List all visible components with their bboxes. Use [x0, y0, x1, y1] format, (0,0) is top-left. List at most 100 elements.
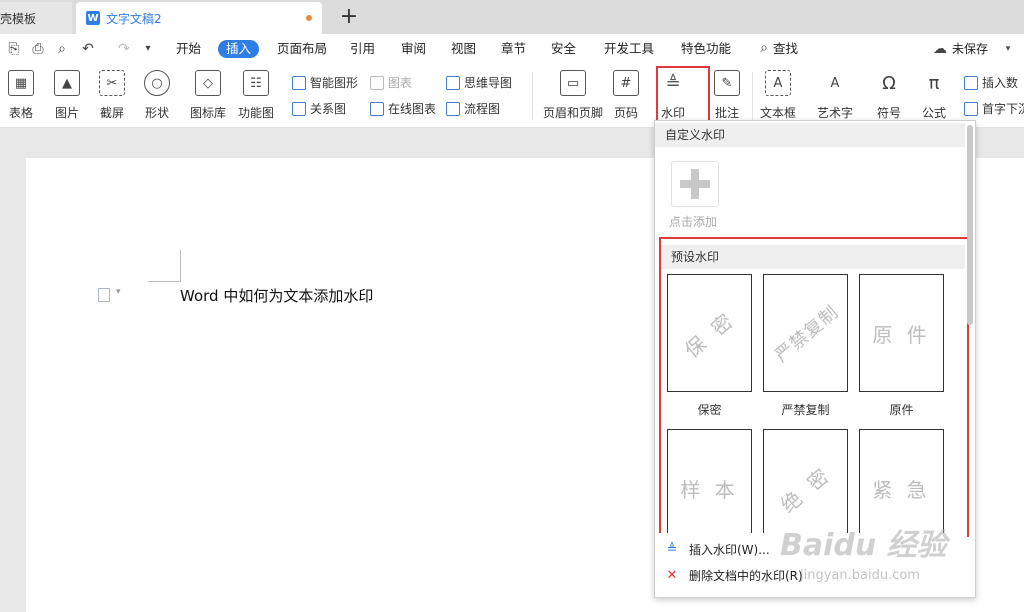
symbol-label: 符号 [876, 106, 901, 120]
chart-icon [370, 75, 384, 90]
delete-watermark-item[interactable]: ✕ 删除文档中的水印(R) [665, 567, 803, 584]
search-button[interactable]: 查找 [773, 40, 798, 58]
print-icon[interactable]: ⎙ [30, 41, 46, 57]
header-footer-button[interactable]: ▭ 页眉和页脚 [543, 70, 603, 121]
dropdown-scrollbar[interactable] [967, 125, 973, 325]
paragraph-dropdown-icon[interactable]: ▾ [116, 287, 121, 297]
relation-chart-button[interactable]: 关系图 [292, 100, 346, 117]
menu-references[interactable]: 引用 [350, 40, 375, 58]
formula-label: 公式 [921, 106, 946, 120]
watermark-preset-confidential[interactable]: 保 密 [667, 274, 752, 392]
menu-start[interactable]: 开始 [176, 40, 201, 58]
tab-document[interactable]: W 文字文稿2 [76, 2, 322, 34]
picture-label: 图片 [54, 106, 79, 120]
new-tab-button[interactable]: + [338, 4, 360, 30]
smart-graphic-button[interactable]: 智能图形 [292, 74, 358, 91]
watermark-preset-no-copy[interactable]: 严禁复制 [763, 274, 848, 392]
chart-label: 图表 [388, 76, 413, 90]
margin-corner-mark [148, 281, 180, 282]
quick-access-dropdown-icon[interactable]: ▾ [140, 41, 156, 57]
relation-chart-icon [292, 101, 306, 116]
watermark-preset-label: 严禁复制 [781, 403, 830, 417]
watermark-icon: ≜ [666, 541, 678, 557]
screenshot-button[interactable]: ✂ 截屏 [99, 70, 125, 121]
page-number-button[interactable]: # 页码 [613, 70, 639, 121]
online-chart-icon [370, 101, 384, 116]
menu-review[interactable]: 审阅 [401, 40, 426, 58]
custom-watermark-header: 自定义水印 [655, 123, 965, 147]
paste-icon[interactable]: ⎘ [6, 41, 22, 57]
watermark-preset-text: 严禁复制 [770, 301, 843, 367]
tab-template[interactable]: 壳模板 [0, 2, 72, 34]
pi-icon: π [921, 70, 947, 96]
insert-number-icon [964, 75, 978, 90]
watermark-preset-text: 原 件 [872, 322, 931, 347]
mindmap-button[interactable]: 思维导图 [446, 74, 512, 91]
menu-bar: ⎘ ⎙ ⌕ ↶ ↷ ▾ 开始 插入 页面布局 引用 审阅 视图 章节 安全 开发… [0, 34, 1024, 64]
picture-icon: ▲ [54, 70, 80, 96]
comment-button[interactable]: ✎ 批注 [714, 70, 740, 121]
cloud-icon: ☁ [933, 41, 947, 57]
tab-bar: 壳模板 W 文字文稿2 + [0, 0, 1024, 34]
add-watermark-tile[interactable] [671, 161, 719, 207]
preview-icon[interactable]: ⌕ [54, 41, 70, 57]
watermark-preset-original[interactable]: 原 件 [859, 274, 944, 392]
flowchart-button[interactable]: 流程图 [446, 100, 500, 117]
margin-corner-mark [180, 250, 181, 282]
wordart-button[interactable]: A 艺术字 [817, 70, 853, 121]
insert-watermark-label: 插入水印(W)... [689, 543, 770, 557]
textbox-button[interactable]: A 文本框 [760, 70, 796, 121]
save-status-dropdown-icon[interactable]: ▾ [1000, 41, 1016, 57]
wordart-icon: A [822, 70, 848, 96]
mindmap-label: 思维导图 [464, 76, 513, 90]
search-icon[interactable]: ⌕ [756, 40, 772, 56]
menu-view[interactable]: 视图 [451, 40, 476, 58]
menu-insert[interactable]: 插入 [218, 40, 260, 58]
watermark-preset-label: 原件 [889, 403, 914, 417]
menu-developer[interactable]: 开发工具 [604, 40, 654, 58]
ribbon-divider [752, 72, 753, 120]
textbox-icon: A [765, 70, 791, 96]
watermark-preset-sample[interactable]: 样 本 [667, 429, 752, 547]
mindmap-icon [446, 75, 460, 90]
page-number-label: 页码 [613, 106, 638, 120]
insert-watermark-item[interactable]: ≜ 插入水印(W)... [665, 541, 770, 558]
watermark-preset-text: 紧 急 [872, 477, 931, 502]
save-status[interactable]: 未保存 [952, 40, 988, 58]
table-button[interactable]: ▦ 表格 [8, 70, 34, 121]
smart-graphic-icon [292, 75, 306, 90]
watermark-preset-text: 保 密 [680, 306, 741, 363]
undo-icon[interactable]: ↶ [80, 41, 96, 57]
redo-icon[interactable]: ↷ [116, 41, 132, 57]
symbol-button[interactable]: Ω 符号 [876, 70, 902, 121]
baidu-watermark-logo: Baidu 经验 [780, 528, 947, 563]
menu-page-layout[interactable]: 页面布局 [277, 40, 327, 58]
shape-button[interactable]: ○ 形状 [144, 70, 170, 121]
menu-chapter[interactable]: 章节 [501, 40, 526, 58]
baidu-watermark-url: jingyan.baidu.com [800, 568, 920, 583]
function-chart-button[interactable]: ☷ 功能图 [238, 70, 274, 121]
drop-cap-button[interactable]: 首字下沉 [964, 100, 1024, 117]
watermark-preset-text: 样 本 [680, 477, 739, 502]
chart-button[interactable]: 图表 [370, 74, 412, 91]
menu-features[interactable]: 特色功能 [681, 40, 731, 58]
delete-watermark-label: 删除文档中的水印(R) [689, 569, 803, 583]
icon-library-button[interactable]: ◇ 图标库 [190, 70, 226, 121]
document-text[interactable]: Word 中如何为文本添加水印 [180, 285, 373, 306]
wordart-label: 艺术字 [817, 106, 854, 120]
insert-number-label: 插入数 [982, 76, 1019, 90]
paragraph-icon[interactable] [98, 288, 110, 302]
flowchart-label: 流程图 [464, 102, 501, 116]
comment-label: 批注 [714, 106, 739, 120]
icon-library-icon: ◇ [195, 70, 221, 96]
tab-template-label: 壳模板 [0, 11, 37, 26]
picture-button[interactable]: ▲ 图片 [54, 70, 80, 121]
insert-number-button[interactable]: 插入数 [964, 74, 1018, 91]
omega-icon: Ω [876, 70, 902, 96]
menu-security[interactable]: 安全 [551, 40, 576, 58]
unsaved-dot-icon [306, 15, 312, 21]
ribbon-divider [532, 72, 533, 120]
online-chart-button[interactable]: 在线图表 [370, 100, 436, 117]
tab-document-label: 文字文稿2 [106, 11, 162, 26]
formula-button[interactable]: π 公式 [921, 70, 947, 121]
